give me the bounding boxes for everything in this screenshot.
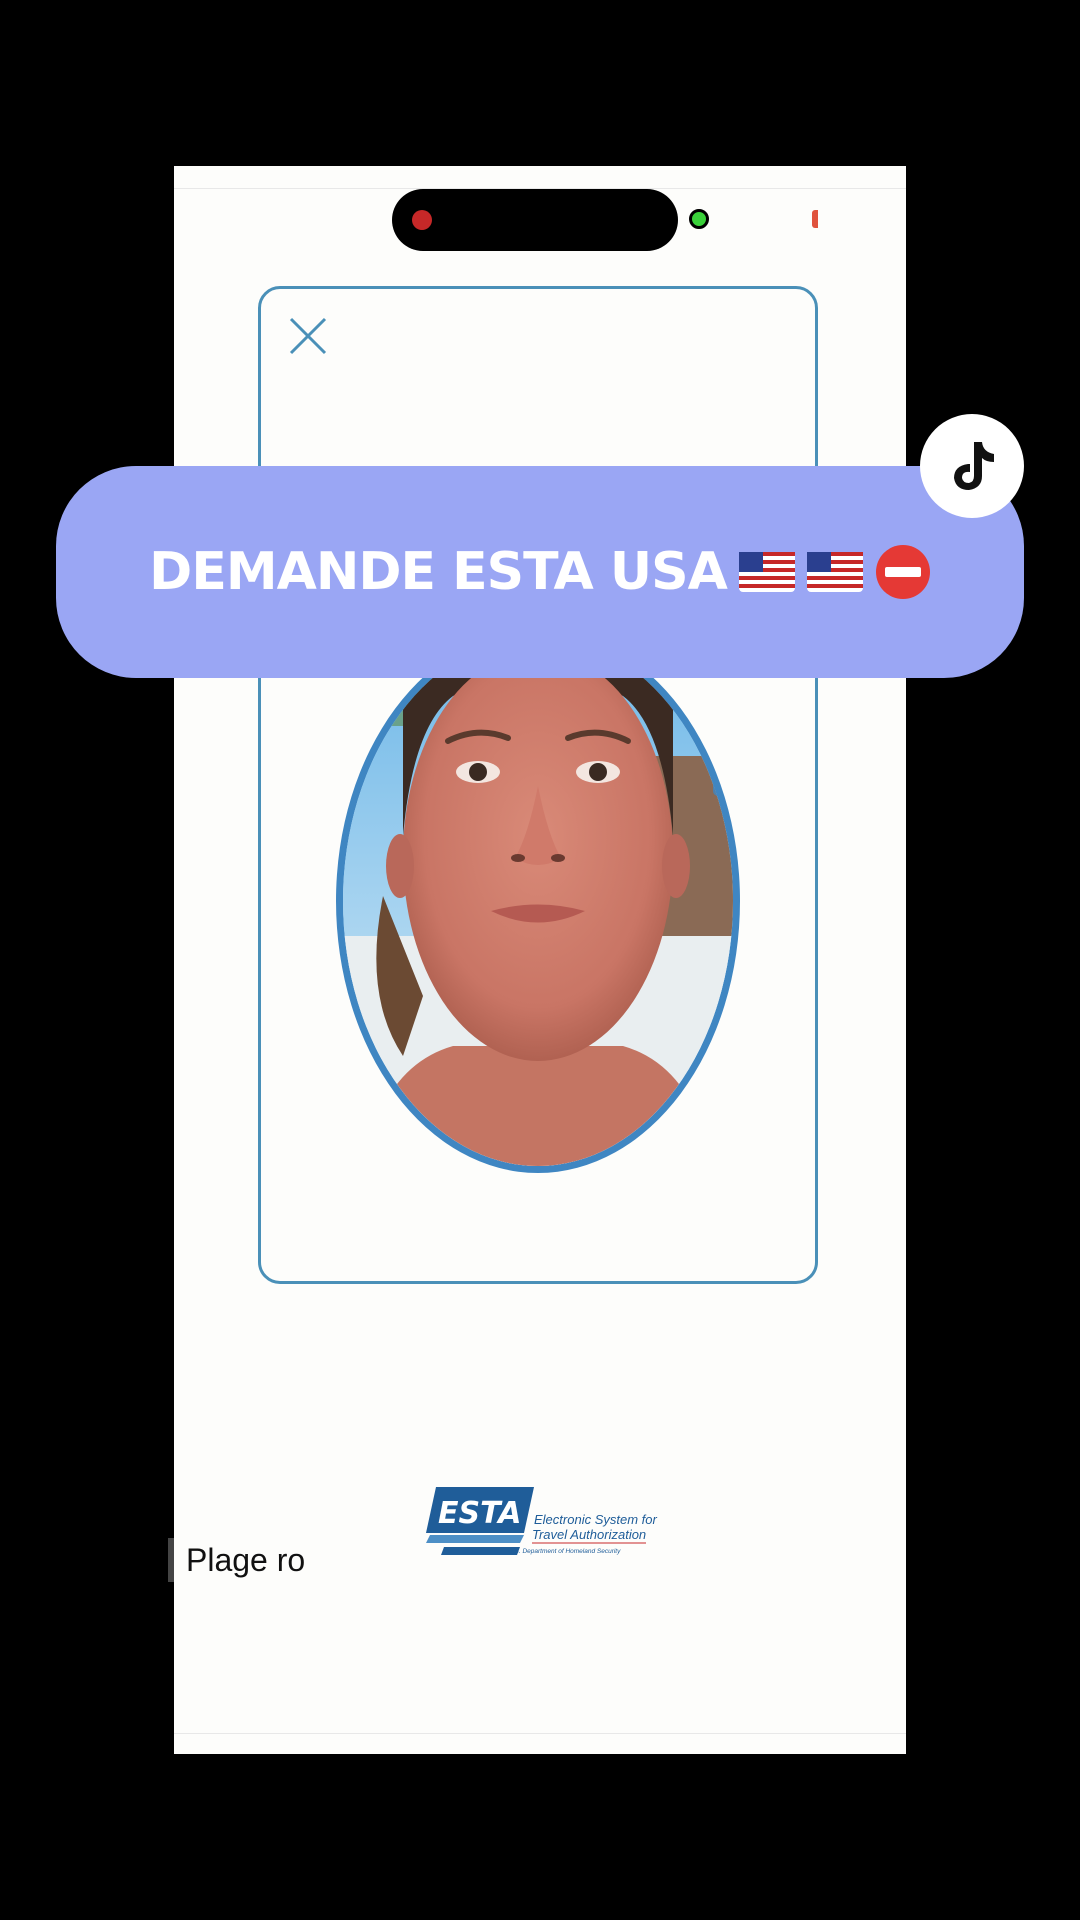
bottom-divider — [174, 1733, 906, 1734]
esta-logo: ESTA Electronic System for Travel Author… — [424, 1483, 658, 1561]
tiktok-note-icon — [954, 442, 994, 490]
face-scan-frame — [258, 286, 818, 1284]
banner-title: DEMANDE ESTA USA — [149, 542, 728, 602]
recording-dot-icon — [412, 210, 432, 230]
svg-text:ESTA: ESTA — [438, 1496, 521, 1531]
camera-active-indicator-icon — [689, 209, 709, 229]
close-button[interactable] — [287, 315, 329, 357]
esta-logo-graphic: ESTA Electronic System for Travel Author… — [426, 1487, 657, 1555]
svg-text:U.S. Department of Homeland Se: U.S. Department of Homeland Security — [508, 1548, 621, 1555]
us-flag-icon — [738, 552, 795, 592]
caption-text: Plage ro — [186, 1541, 306, 1578]
no-entry-icon — [875, 545, 930, 599]
selfie-photo — [343, 636, 733, 1166]
tiktok-logo-button[interactable] — [920, 414, 1024, 518]
dynamic-island — [392, 189, 678, 251]
face-capture-oval — [336, 629, 740, 1173]
location-caption: Plage ro — [168, 1538, 318, 1582]
status-indicator-icon — [812, 210, 818, 228]
us-flag-icon — [806, 552, 863, 592]
svg-text:Electronic System for: Electronic System for — [534, 1512, 657, 1527]
close-icon — [289, 317, 327, 355]
title-banner: DEMANDE ESTA USA — [56, 466, 1024, 678]
phone-screen: ESTA Electronic System for Travel Author… — [168, 166, 906, 1754]
svg-text:Travel Authorization: Travel Authorization — [532, 1527, 646, 1542]
